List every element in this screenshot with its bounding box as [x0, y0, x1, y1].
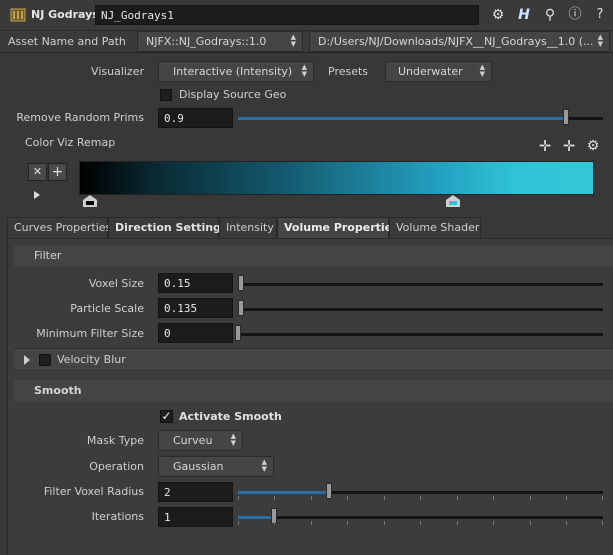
ramp-remove-key-button[interactable]: ✕ — [28, 163, 47, 181]
visualizer-value: Interactive (Intensity) — [173, 65, 293, 78]
smooth-section-header[interactable]: Smooth — [14, 380, 613, 402]
mask-type-value: Curveu — [173, 434, 213, 447]
velocity-blur-checkbox[interactable] — [39, 354, 51, 366]
asset-path-value: D:/Users/NJ/Downloads/NJFX__NJ_Godrays__… — [318, 35, 594, 48]
particle-scale-slider-track[interactable] — [238, 308, 603, 311]
min-filter-label: Minimum Filter Size — [36, 327, 144, 340]
mask-type-label: Mask Type — [86, 434, 144, 447]
filter-voxel-radius-label: Filter Voxel Radius — [43, 485, 144, 498]
operation-label: Operation — [89, 460, 144, 473]
iterations-field[interactable]: 1 — [158, 507, 233, 527]
remove-random-slider-fill — [238, 117, 566, 120]
iterations-slider-track[interactable] — [238, 516, 603, 519]
ramp-expand-arrow-icon[interactable] — [34, 191, 40, 199]
remove-random-field[interactable]: 0.9 — [158, 108, 233, 128]
gear-small-icon[interactable]: ⚙ — [584, 136, 602, 156]
voxel-size-field[interactable]: 0.15 — [158, 273, 233, 293]
expand-arrow-icon — [24, 355, 30, 365]
remove-random-label: Remove Random Prims — [16, 111, 144, 124]
iterations-label: Iterations — [91, 510, 144, 523]
activate-smooth-label: Activate Smooth — [179, 410, 282, 423]
filter-section-title: Filter — [34, 249, 62, 262]
operation-dropdown[interactable]: Gaussian ▲ ▼ — [158, 456, 274, 477]
presets-value: Underwater — [398, 65, 463, 78]
voxel-size-slider-track[interactable] — [238, 283, 603, 286]
updown-arrow-icon: ▲ ▼ — [597, 33, 603, 48]
updown-arrow-icon: ▲ ▼ — [230, 432, 236, 447]
color-ramp-bar[interactable] — [79, 161, 594, 195]
ramp-key-left[interactable] — [83, 195, 97, 207]
updown-arrow-icon: ▲ ▼ — [301, 63, 307, 78]
help-h-icon[interactable]: H — [513, 5, 535, 25]
presets-dropdown[interactable]: Underwater ▲ ▼ — [385, 61, 492, 82]
particle-scale-label: Particle Scale — [70, 302, 144, 315]
velocity-blur-label: Velocity Blur — [57, 353, 126, 366]
particle-scale-field[interactable]: 0.135 — [158, 298, 233, 318]
ramp-key-right[interactable] — [446, 195, 460, 207]
operation-value: Gaussian — [173, 460, 224, 473]
asset-label: Asset Name and Path — [8, 35, 126, 48]
tab-strip: Curves Properties Direction Settings Int… — [7, 217, 613, 239]
info-icon[interactable]: ⓘ — [565, 5, 585, 25]
node-header: NJ Godrays NJ_Godrays1 ⚙ H ⚲ ⓘ ? — [0, 0, 613, 31]
node-type-icon — [10, 7, 26, 23]
ramp-add-key-button[interactable]: + — [48, 163, 67, 181]
node-type-label: NJ Godrays — [31, 8, 99, 21]
display-source-geo-checkbox[interactable] — [160, 89, 172, 101]
voxel-size-slider-handle[interactable] — [238, 275, 244, 291]
updown-arrow-icon: ▲ ▼ — [261, 458, 267, 473]
min-filter-slider-track[interactable] — [238, 333, 603, 336]
move-cross-icon[interactable]: ✛ — [536, 136, 554, 156]
mask-type-dropdown[interactable]: Curveu ▲ ▼ — [158, 430, 243, 451]
filter-voxel-radius-ticks — [238, 496, 603, 501]
iterations-slider-fill — [238, 516, 274, 519]
color-remap-label: Color Viz Remap — [25, 136, 116, 149]
updown-arrow-icon: ▲ ▼ — [290, 33, 296, 48]
gear-icon[interactable]: ⚙ — [487, 5, 509, 25]
filter-section-header[interactable]: Filter — [14, 245, 613, 267]
voxel-size-label: Voxel Size — [88, 277, 144, 290]
display-source-geo-label: Display Source Geo — [179, 88, 287, 101]
tab-intensity[interactable]: Intensity — [219, 217, 277, 238]
visualizer-dropdown[interactable]: Interactive (Intensity) ▲ ▼ — [158, 61, 314, 82]
filter-voxel-radius-field[interactable]: 2 — [158, 482, 233, 502]
min-filter-field[interactable]: 0 — [158, 323, 233, 343]
asset-path-dropdown[interactable]: D:/Users/NJ/Downloads/NJFX__NJ_Godrays__… — [309, 31, 610, 52]
tab-curves-properties[interactable]: Curves Properties — [7, 217, 111, 238]
min-filter-slider-handle[interactable] — [235, 325, 241, 341]
velocity-blur-folder[interactable]: Velocity Blur — [14, 348, 613, 371]
asset-name-value: NJFX::NJ_Godrays::1.0 — [146, 35, 267, 48]
smooth-section-title: Smooth — [34, 384, 82, 397]
particle-scale-slider-handle[interactable] — [238, 300, 244, 316]
asset-name-dropdown[interactable]: NJFX::NJ_Godrays::1.0 ▲ ▼ — [137, 31, 303, 52]
tab-volume-shader[interactable]: Volume Shader — [389, 217, 481, 238]
node-name-field[interactable]: NJ_Godrays1 — [95, 5, 479, 25]
search-icon[interactable]: ⚲ — [540, 5, 560, 25]
tab-volume-properties[interactable]: Volume Properties — [277, 217, 399, 238]
question-icon[interactable]: ? — [590, 5, 610, 25]
iterations-ticks — [238, 521, 603, 526]
remove-random-slider-handle[interactable] — [563, 109, 569, 125]
asset-bar: Asset Name and Path NJFX::NJ_Godrays::1.… — [0, 31, 613, 53]
filter-voxel-radius-slider-fill — [238, 491, 328, 494]
activate-smooth-checkbox[interactable]: ✓ — [160, 410, 173, 423]
visualizer-label: Visualizer — [91, 65, 144, 78]
move-cross-down-icon[interactable]: ✛ — [560, 136, 578, 156]
updown-arrow-icon: ▲ ▼ — [479, 63, 485, 78]
presets-label: Presets — [328, 65, 369, 78]
tab-direction-settings[interactable]: Direction Settings — [108, 217, 227, 238]
